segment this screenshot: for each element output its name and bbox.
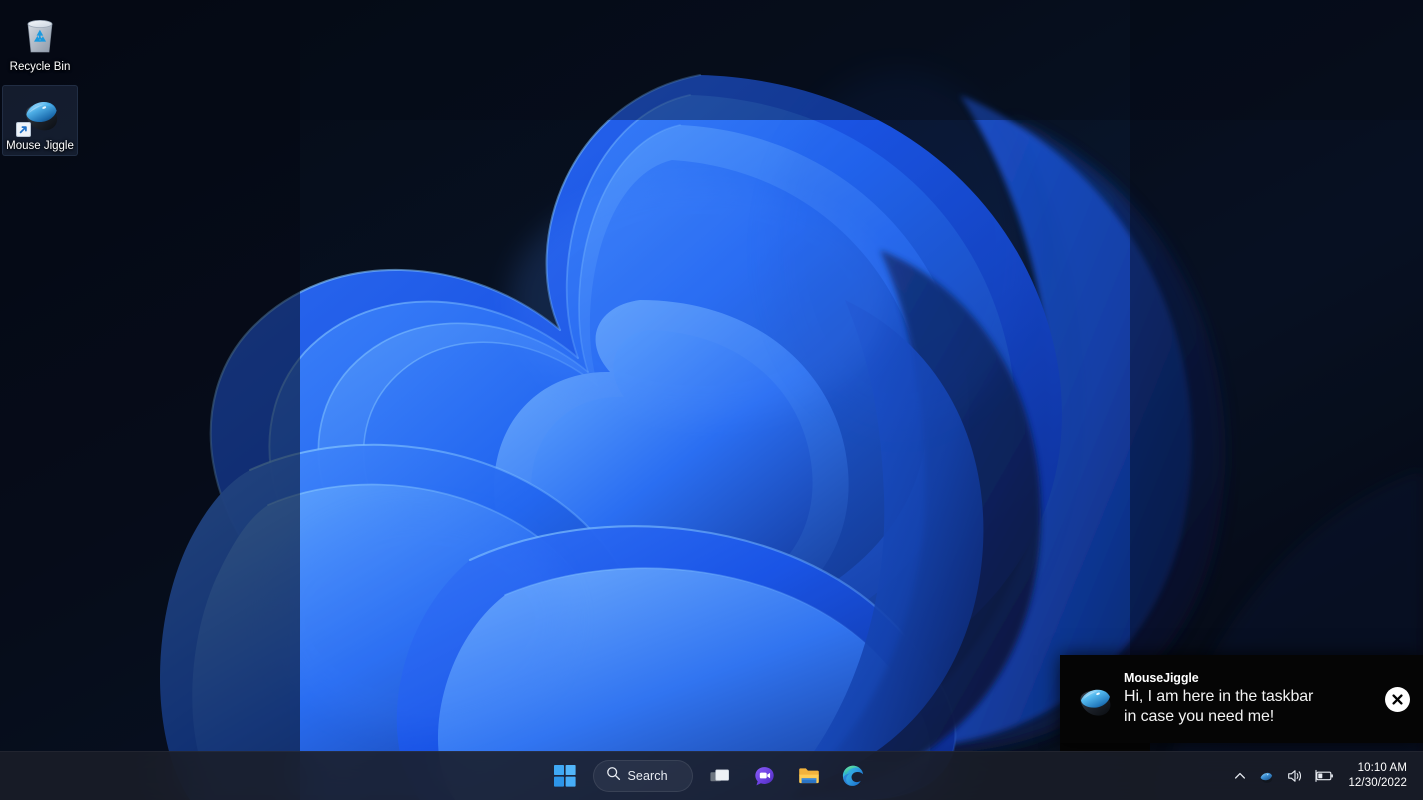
clock-date: 12/30/2022 [1348,777,1407,789]
notification-close-button[interactable] [1371,686,1423,712]
volume-button[interactable] [1281,756,1309,796]
close-icon [1384,686,1410,712]
notification-message: Hi, I am here in the taskbar in case you… [1124,688,1314,725]
windows-logo-icon [553,765,576,787]
file-explorer-button[interactable] [787,756,831,796]
tray-mouse-jiggle-button[interactable] [1252,756,1281,796]
notification-app-name: MouseJiggle [1124,671,1199,685]
start-button[interactable] [543,756,587,796]
chat-icon [755,766,774,785]
desktop-icon-label: Recycle Bin [9,61,71,73]
taskbar-center-group: Search [543,756,875,796]
notification-toast[interactable]: MouseJiggle Hi, I am here in the taskbar… [1060,655,1423,743]
clock-button[interactable]: 10:10 AM 12/30/2022 [1340,756,1417,796]
notification-app-icon [1060,676,1122,722]
speaker-icon [1288,770,1302,782]
search-label: Search [627,769,668,783]
notification-body: MouseJiggle Hi, I am here in the taskbar… [1122,671,1371,727]
battery-icon [1315,769,1334,782]
folder-icon [798,768,819,784]
chat-button[interactable] [743,756,787,796]
show-hidden-icons-button[interactable] [1228,756,1252,796]
task-view-icon [710,768,729,781]
search-icon [606,766,621,786]
desktop-icon-recycle-bin[interactable]: Recycle Bin [2,6,78,77]
clock-time: 10:10 AM [1357,762,1407,774]
taskbar-system-tray: 10:10 AM 12/30/2022 [875,756,1423,796]
desktop-icon-label: Mouse Jiggle [6,140,74,152]
mouse-icon [1260,772,1273,783]
battery-button[interactable] [1309,756,1340,796]
taskbar: Search 10:10 AM 12/30/2022 [0,751,1423,800]
desktop-icon-mouse-jiggle[interactable]: Mouse Jiggle [2,85,78,156]
edge-icon [842,765,863,786]
mouse-icon [16,89,64,137]
task-view-button[interactable] [699,756,743,796]
shortcut-overlay-icon [16,122,31,137]
desktop-screen: Recycle Bin Mouse Jiggle MouseJiggle Hi,… [0,0,1423,800]
chevron-up-icon [1235,772,1246,779]
desktop-icon-container: Recycle Bin Mouse Jiggle [2,6,112,164]
search-button[interactable]: Search [592,760,693,792]
recycle-bin-icon [16,10,64,58]
edge-button[interactable] [831,756,875,796]
